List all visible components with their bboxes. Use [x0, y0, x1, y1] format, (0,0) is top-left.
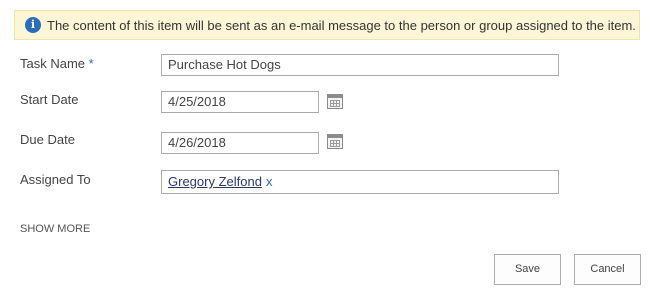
task-name-label-text: Task Name — [20, 56, 86, 71]
notification-text: The content of this item will be sent as… — [47, 17, 636, 33]
remove-person-button[interactable]: x — [266, 174, 273, 189]
info-icon: i — [25, 17, 41, 33]
due-date-label: Due Date — [20, 132, 75, 147]
calendar-icon[interactable] — [327, 94, 343, 109]
assigned-person-link[interactable]: Gregory Zelfond — [168, 174, 262, 189]
start-date-label: Start Date — [20, 92, 79, 107]
due-date-input[interactable]: 4/26/2018 — [161, 132, 319, 154]
start-date-input[interactable]: 4/25/2018 — [161, 91, 319, 113]
calendar-icon[interactable] — [327, 134, 343, 149]
required-marker: * — [88, 56, 94, 71]
assigned-to-label: Assigned To — [20, 172, 91, 187]
save-button[interactable]: Save — [494, 254, 561, 285]
task-name-input[interactable]: Purchase Hot Dogs — [161, 54, 559, 76]
assigned-to-field[interactable]: Gregory Zelfond x — [161, 170, 559, 194]
notification-banner: i The content of this item will be sent … — [14, 10, 640, 40]
cancel-button[interactable]: Cancel — [574, 254, 641, 285]
task-name-label: Task Name * — [20, 56, 94, 71]
show-more-link[interactable]: SHOW MORE — [20, 223, 90, 235]
